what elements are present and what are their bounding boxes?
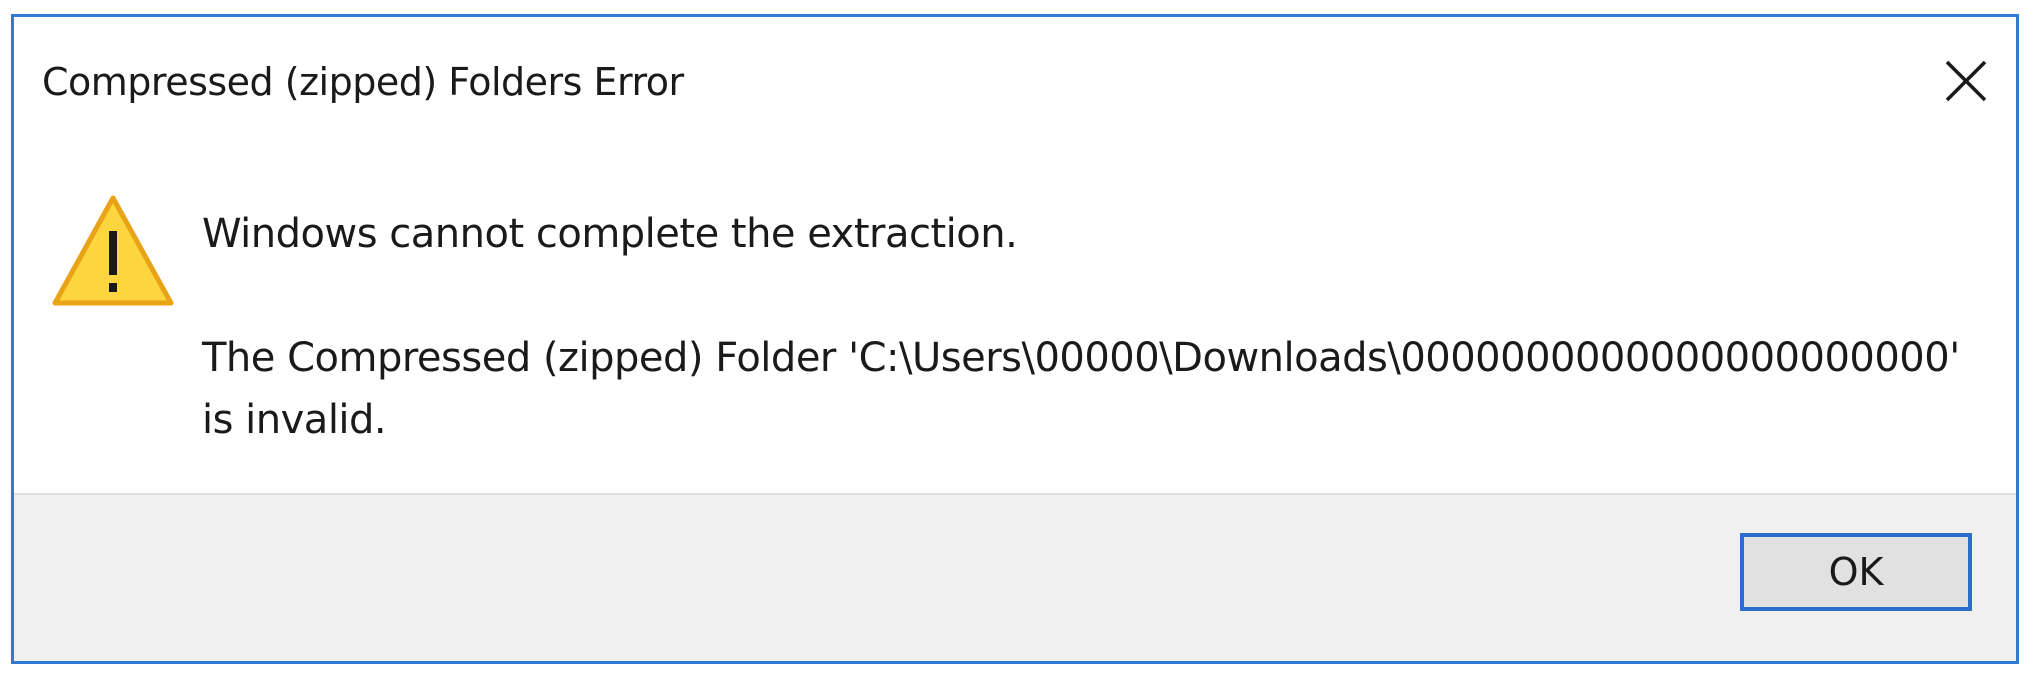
dialog-content: Windows cannot complete the extraction. … [14, 157, 2016, 495]
error-dialog: Compressed (zipped) Folders Error Window… [11, 14, 2019, 664]
button-bar: OK [14, 493, 2016, 661]
close-button[interactable] [1926, 41, 2006, 121]
error-detail: The Compressed (zipped) Folder 'C:\Users… [202, 335, 1960, 443]
dialog-title: Compressed (zipped) Folders Error [42, 60, 684, 104]
ok-button[interactable]: OK [1740, 533, 1972, 611]
close-icon [1945, 60, 1987, 102]
title-bar[interactable]: Compressed (zipped) Folders Error [14, 17, 2016, 157]
error-message: Windows cannot complete the extraction. [202, 211, 1018, 257]
warning-icon [52, 195, 174, 306]
